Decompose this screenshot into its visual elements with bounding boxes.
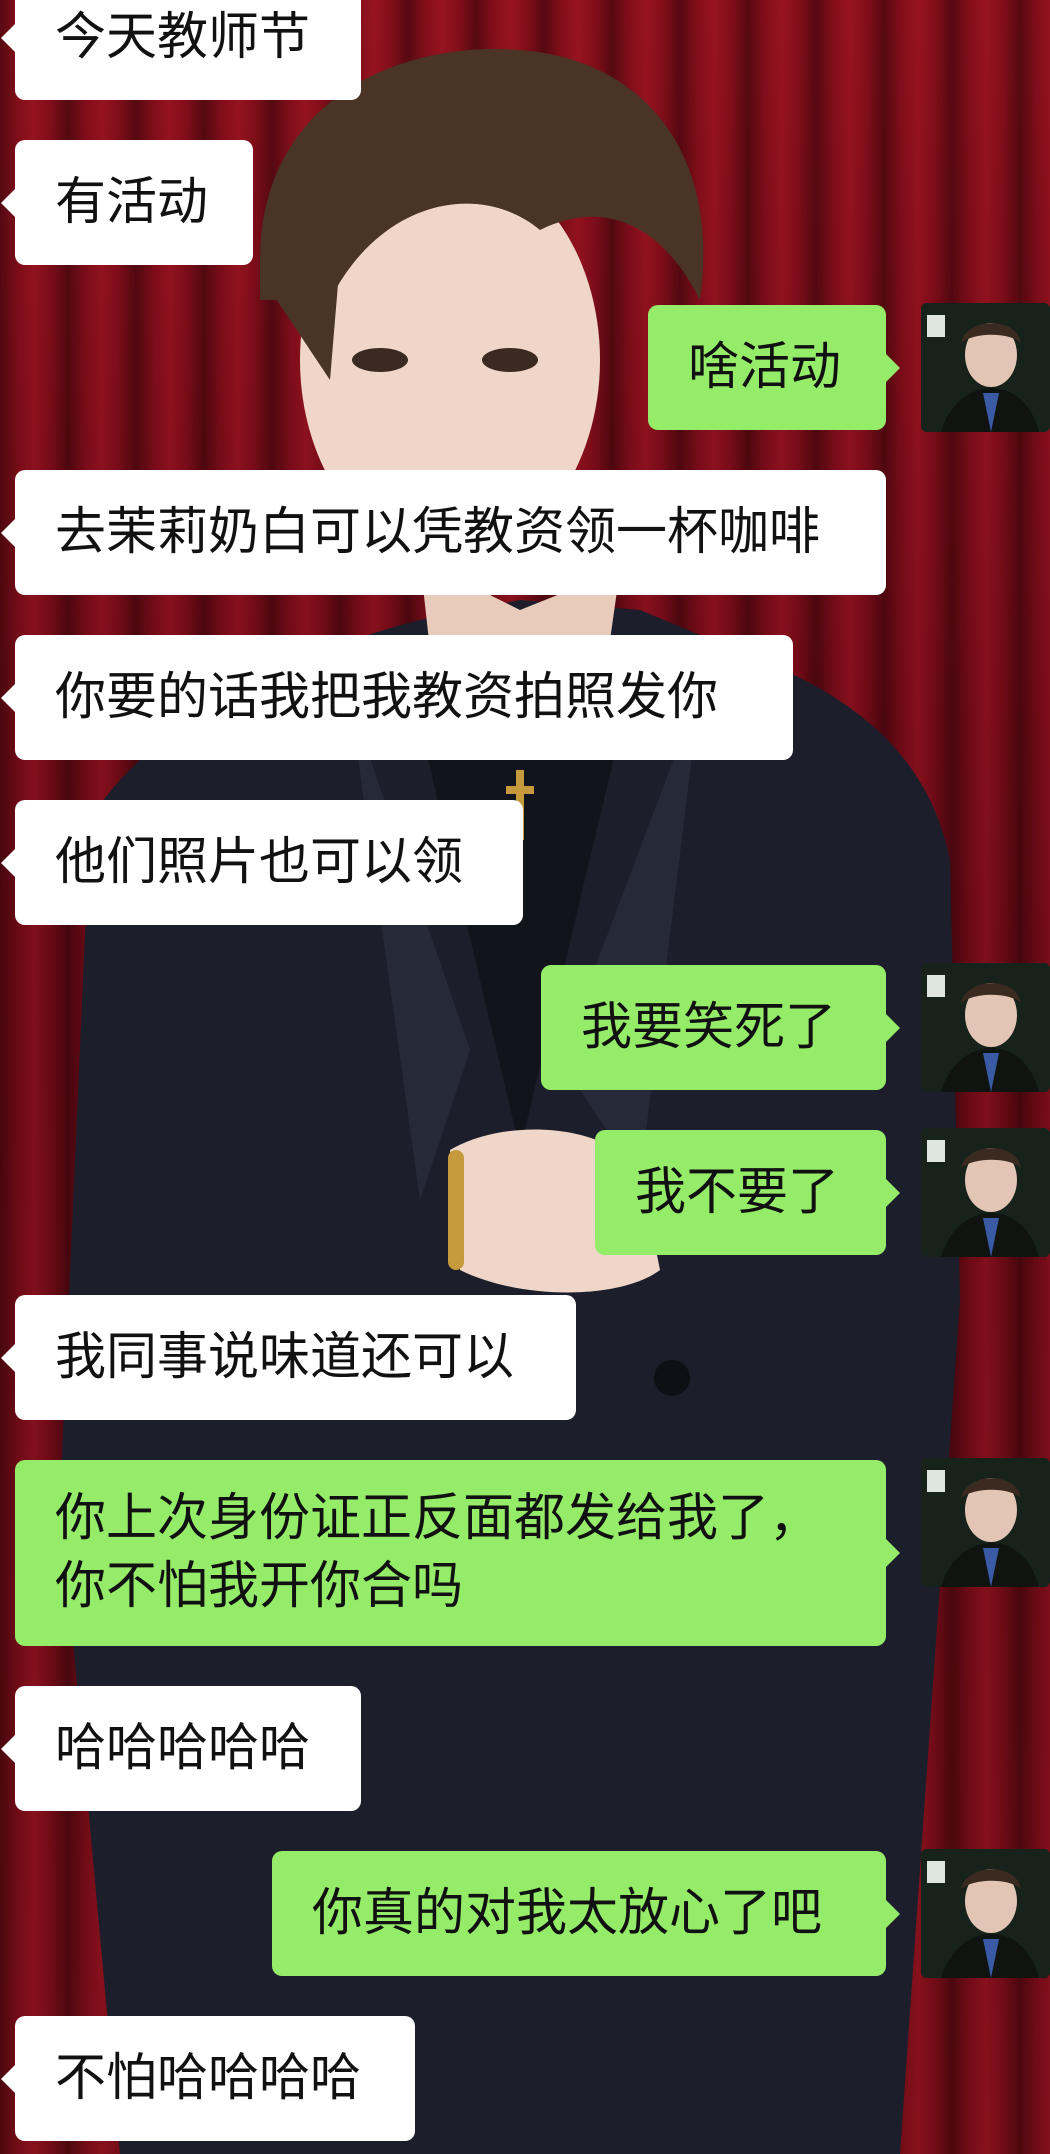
message-text: 我不要了 (635, 1162, 840, 1222)
message-text: 今天教师节 (55, 7, 311, 67)
message-bubble-incoming[interactable]: 今天教师节 (1, 0, 361, 100)
message-text: 他们照片也可以领 (55, 832, 464, 892)
message-bubble-incoming[interactable]: 他们照片也可以领 (1, 800, 523, 925)
message-bubble-incoming[interactable]: 去茉莉奶白可以凭教资领一杯咖啡 (1, 470, 886, 595)
message-text: 去茉莉奶白可以凭教资领一杯咖啡 (55, 502, 821, 562)
message-bubble-outgoing[interactable]: 你真的对我太放心了吧 (272, 1851, 900, 1976)
message-bubble-outgoing[interactable]: 啥活动 (648, 305, 900, 430)
message-text: 我要笑死了 (581, 997, 837, 1057)
person-photo-avatar-icon (921, 1458, 1050, 1587)
message-text: 你真的对我太放心了吧 (312, 1883, 823, 1943)
message-bubble-incoming[interactable]: 有活动 (1, 140, 253, 265)
message-bubble-outgoing[interactable]: 我要笑死了 (541, 965, 900, 1090)
message-text: 哈哈哈哈哈 (55, 1718, 311, 1778)
person-photo-avatar-icon (921, 1849, 1050, 1978)
message-bubble-incoming[interactable]: 不怕哈哈哈哈 (1, 2016, 415, 2141)
self-avatar[interactable] (921, 1458, 1050, 1587)
message-bubble-outgoing[interactable]: 我不要了 (595, 1130, 900, 1255)
person-photo-avatar-icon (921, 1128, 1050, 1257)
message-text: 有活动 (55, 172, 209, 232)
self-avatar[interactable] (921, 1849, 1050, 1978)
self-avatar[interactable] (921, 303, 1050, 432)
message-text: 我同事说味道还可以 (55, 1327, 515, 1387)
person-photo-avatar-icon (921, 303, 1050, 432)
message-text: 啥活动 (688, 337, 842, 397)
self-avatar[interactable] (921, 963, 1050, 1092)
message-text: 你要的话我把我教资拍照发你 (55, 667, 719, 727)
message-text: 不怕哈哈哈哈 (55, 2048, 362, 2108)
message-bubble-outgoing[interactable]: 你上次身份证正反面都发给我了， 你不怕我开你合吗 (15, 1460, 900, 1646)
person-photo-avatar-icon (921, 963, 1050, 1092)
chat-message-list[interactable]: 今天教师节 有活动 啥活动 去茉莉奶白可以凭教资领一杯咖啡 你要的话我把我教资拍… (0, 0, 1050, 2154)
message-bubble-incoming[interactable]: 我同事说味道还可以 (1, 1295, 576, 1420)
message-text: 你上次身份证正反面都发给我了， 你不怕我开你合吗 (55, 1489, 821, 1616)
message-bubble-incoming[interactable]: 哈哈哈哈哈 (1, 1686, 361, 1811)
message-bubble-incoming[interactable]: 你要的话我把我教资拍照发你 (1, 635, 793, 760)
self-avatar[interactable] (921, 1128, 1050, 1257)
